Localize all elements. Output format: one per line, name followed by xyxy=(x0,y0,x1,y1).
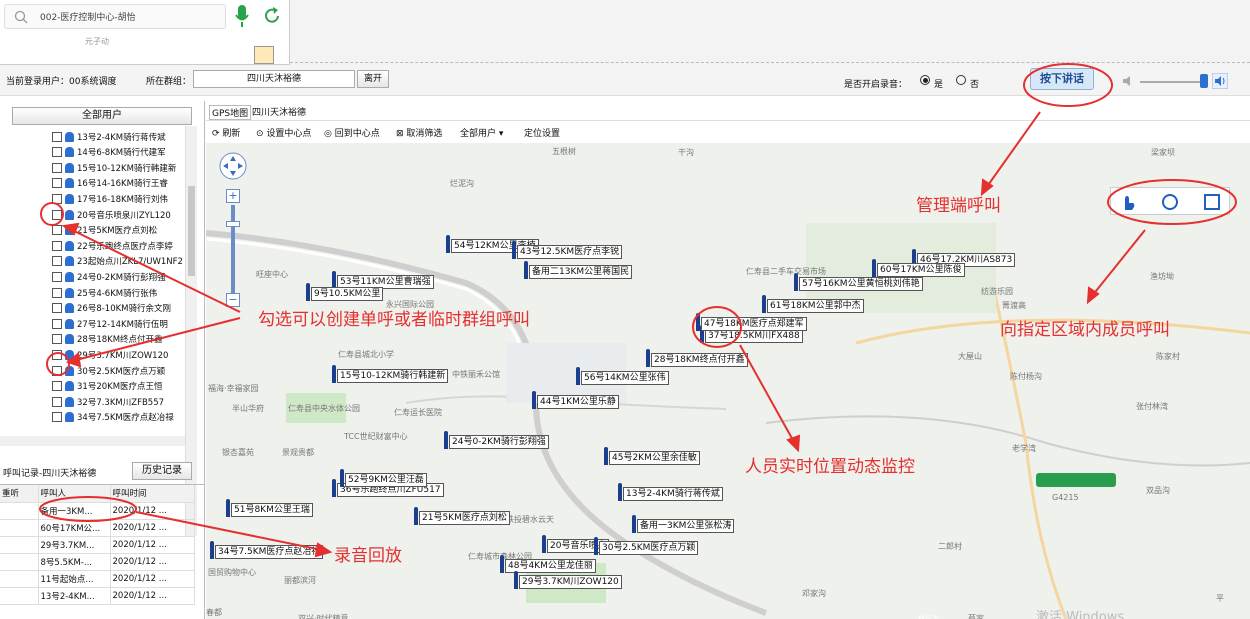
annotation-check-call: 勾选可以创建单呼或者临时群组呼叫 xyxy=(258,310,530,330)
annotation-overlay xyxy=(39,63,1237,558)
annotation-realtime: 人员实时位置动态监控 xyxy=(745,457,915,477)
annotation-playback: 录音回放 xyxy=(334,546,402,566)
annotation-area-call: 向指定区域内成员呼叫 xyxy=(1000,320,1170,340)
annotation-manager-call: 管理端呼叫 xyxy=(916,196,1001,216)
